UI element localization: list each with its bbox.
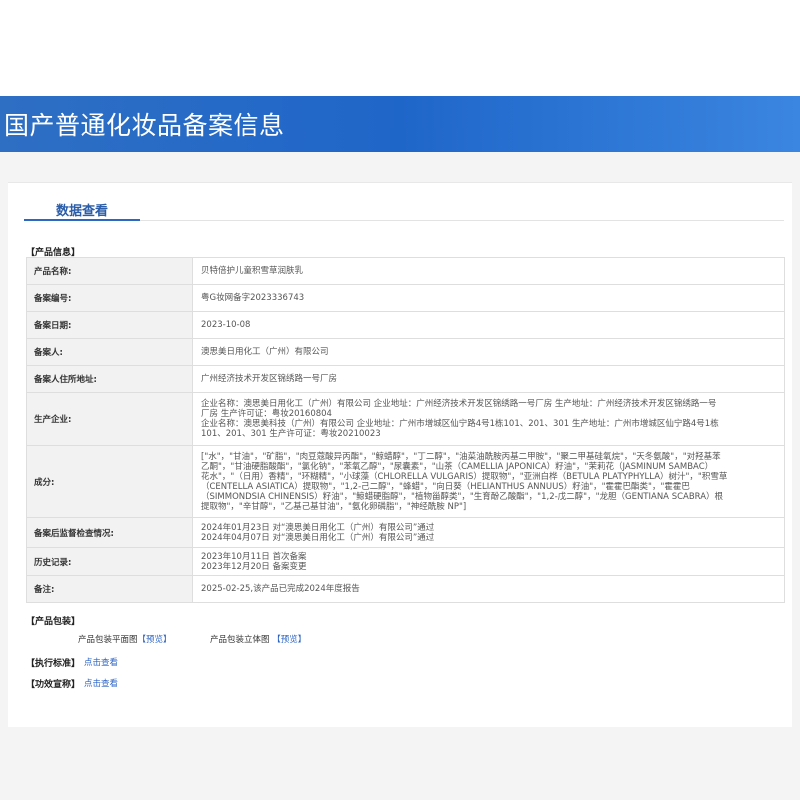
manufacturer-line: 厂房 生产许可证：粤妆20160804 xyxy=(201,409,332,419)
packaging-flat: 产品包装平面图【预览】 xyxy=(78,633,172,645)
table-row: 备案人住所地址: 广州经济技术开发区锦绣路一号厂房 xyxy=(26,365,785,393)
packaging-flat-preview-link[interactable]: 【预览】 xyxy=(138,635,172,645)
standard-view-link[interactable]: 点击查看 xyxy=(84,656,118,668)
inspection-line: 2024年04月07日 对“澳思美日用化工（广州）有限公司”通过 xyxy=(201,532,435,543)
table-row: 产品名称: 贝特倍护儿童积雪草润肤乳 xyxy=(26,257,785,285)
section-packaging: 【产品包装】 xyxy=(26,617,81,627)
ingredients-value: ["水"，"甘油"，"矿脂"，"肉豆蔻酸异丙酯"，"鲸蜡醇"，"丁二醇"，"油菜… xyxy=(192,445,785,518)
header-banner: 国产普通化妆品备案信息 xyxy=(0,96,800,152)
table-row: 成分: ["水"，"甘油"，"矿脂"，"肉豆蔻酸异丙酯"，"鲸蜡醇"，"丁二醇"… xyxy=(26,445,785,518)
efficacy-view-link[interactable]: 点击查看 xyxy=(84,677,118,689)
remark-value: 2025-02-25,该产品已完成2024年度报告 xyxy=(192,575,785,603)
history-value: 2023年10月11日 首次备案 2023年12月20日 备案变更 xyxy=(192,547,785,576)
record-date-value: 2023-10-08 xyxy=(192,311,785,339)
product-name-value: 贝特倍护儿童积雪草润肤乳 xyxy=(192,257,785,285)
history-line: 2023年12月20日 备案变更 xyxy=(201,561,307,572)
packaging-solid-label: 产品包装立体图 xyxy=(210,635,270,645)
row-label: 备案日期: xyxy=(26,311,193,339)
row-label: 备案人: xyxy=(26,338,193,366)
tab-data-view[interactable]: 数据查看 xyxy=(24,193,140,221)
inspection-line: 2024年01月23日 对“澳思美日用化工（广州）有限公司”通过 xyxy=(201,522,435,533)
table-row: 备注: 2025-02-25,该产品已完成2024年度报告 xyxy=(26,575,785,603)
ingredients-line: 乙酮"，"甘油硬脂酸酯"，"氯化钠"，"苯氧乙醇"，"尿囊素"，"山茶（CAME… xyxy=(201,461,714,472)
row-label: 产品名称: xyxy=(26,257,193,285)
history-line: 2023年10月11日 首次备案 xyxy=(201,551,307,562)
row-label: 历史记录: xyxy=(26,547,193,576)
manufacturer-line: 企业名称：澳思美日用化工（广州）有限公司 企业地址：广州经济技术开发区锦绣路一号… xyxy=(201,399,717,409)
row-label: 备案编号: xyxy=(26,284,193,312)
table-row: 备案后监督检查情况: 2024年01月23日 对“澳思美日用化工（广州）有限公司… xyxy=(26,517,785,548)
record-number-value: 粤G妆网备字2023336743 xyxy=(192,284,785,312)
ingredients-line: （SIMMONDSIA CHINENSIS）籽油"，"鲸蜡硬脂醇"，"植物甾醇类… xyxy=(201,491,724,502)
section-efficacy: 【功效宣称】 xyxy=(26,680,81,690)
content-panel: 数据查看 【产品信息】 产品名称: 贝特倍护儿童积雪草润肤乳 备案编号: 粤G妆… xyxy=(8,182,792,727)
inspection-value: 2024年01月23日 对“澳思美日用化工（广州）有限公司”通过 2024年04… xyxy=(192,517,785,548)
section-standard: 【执行标准】 xyxy=(26,659,81,669)
manufacturer-line: 企业名称：澳思美科技（广州）有限公司 企业地址：广州市增城区仙宁路4号1栋101… xyxy=(201,419,719,429)
row-label: 备案后监督检查情况: xyxy=(26,517,193,548)
main-area: 数据查看 【产品信息】 产品名称: 贝特倍护儿童积雪草润肤乳 备案编号: 粤G妆… xyxy=(0,152,800,800)
packaging-flat-label: 产品包装平面图 xyxy=(78,635,138,645)
ingredients-line: ["水"，"甘油"，"矿脂"，"肉豆蔻酸异丙酯"，"鲸蜡醇"，"丁二醇"，"油菜… xyxy=(201,451,721,462)
table-row: 历史记录: 2023年10月11日 首次备案 2023年12月20日 备案变更 xyxy=(26,547,785,576)
page-title: 国产普通化妆品备案信息 xyxy=(4,111,285,140)
manufacturer-value: 企业名称：澳思美日用化工（广州）有限公司 企业地址：广州经济技术开发区锦绣路一号… xyxy=(192,392,785,446)
filer-address-value: 广州经济技术开发区锦绣路一号厂房 xyxy=(192,365,785,393)
product-info-table: 产品名称: 贝特倍护儿童积雪草润肤乳 备案编号: 粤G妆网备字202333674… xyxy=(26,257,785,603)
row-label: 成分: xyxy=(26,445,193,518)
row-label: 生产企业: xyxy=(26,392,193,446)
tab-bar: 数据查看 xyxy=(24,183,784,221)
packaging-solid: 产品包装立体图 【预览】 xyxy=(210,633,306,645)
row-label: 备案人住所地址: xyxy=(26,365,193,393)
manufacturer-line: 101、201、301 生产许可证：粤妆20210023 xyxy=(201,429,381,439)
ingredients-line: 花水"，"（日用）香精"，"环糊精"，"小球藻（CHLORELLA VULGAR… xyxy=(201,471,728,482)
table-row: 生产企业: 企业名称：澳思美日用化工（广州）有限公司 企业地址：广州经济技术开发… xyxy=(26,392,785,446)
ingredients-line: （CENTELLA ASIATICA）提取物"，"1,2-己二醇"，"蜂蜡"，"… xyxy=(201,481,690,492)
table-row: 备案编号: 粤G妆网备字2023336743 xyxy=(26,284,785,312)
packaging-solid-preview-link[interactable]: 【预览】 xyxy=(272,635,306,645)
table-row: 备案日期: 2023-10-08 xyxy=(26,311,785,339)
row-label: 备注: xyxy=(26,575,193,603)
filer-value: 澳思美日用化工（广州）有限公司 xyxy=(192,338,785,366)
ingredients-line: 提取物"，"辛甘醇"，"乙基己基甘油"，"氨化卵磷脂"，"神经酰胺 NP"] xyxy=(201,501,467,512)
table-row: 备案人: 澳思美日用化工（广州）有限公司 xyxy=(26,338,785,366)
